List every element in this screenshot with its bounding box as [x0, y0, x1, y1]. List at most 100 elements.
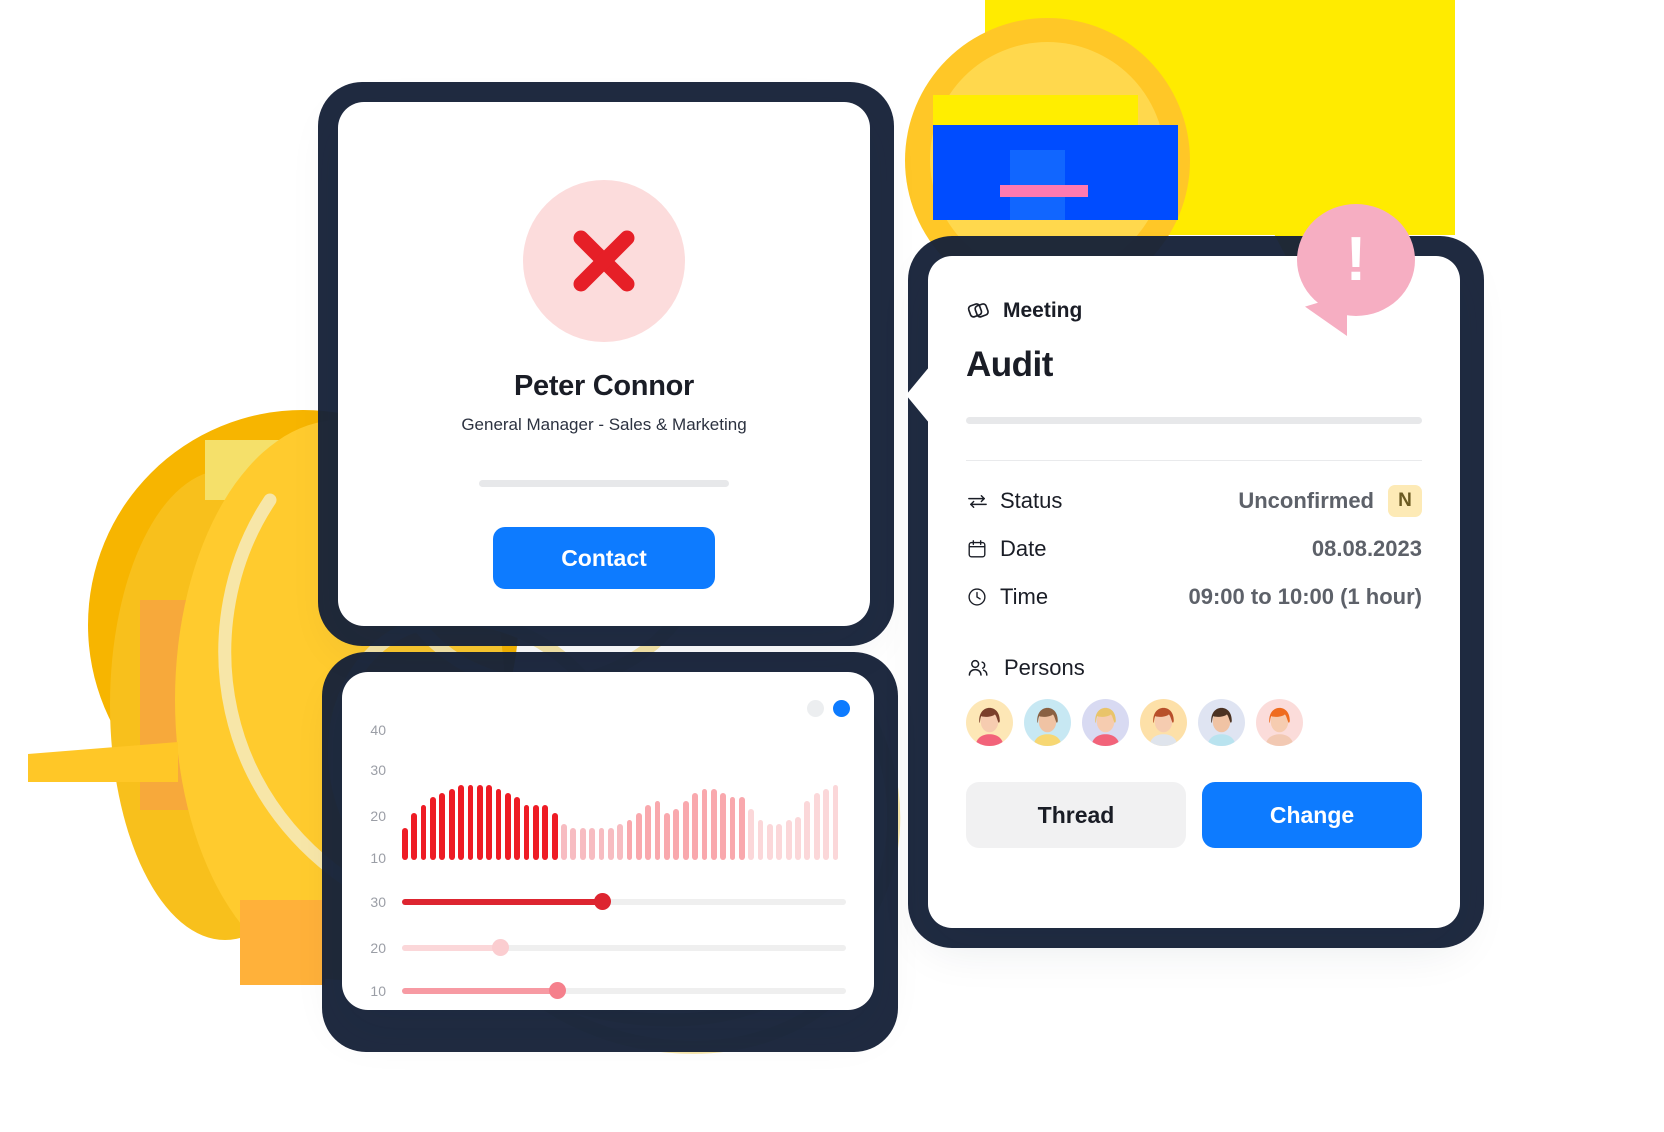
gold-circle-left-back: [110, 470, 340, 940]
bar: [551, 812, 558, 860]
bar: [607, 828, 614, 860]
handshake-icon: [967, 303, 989, 318]
field-value-time: 09:00 to 10:00 (1 hour): [1188, 584, 1422, 609]
bar: [439, 792, 446, 860]
field-label-date: Date: [1000, 536, 1047, 561]
slider-label-0: 30: [370, 894, 386, 910]
meeting-actions: Thread Change: [928, 782, 1460, 848]
meeting-title: Audit: [966, 345, 1053, 384]
bar: [589, 828, 595, 860]
avatar-1[interactable]: [966, 699, 1013, 746]
bar: [720, 792, 726, 860]
toggle-dot-active[interactable]: [833, 700, 850, 717]
field-label-time: Time: [1000, 584, 1049, 609]
bar: [701, 788, 708, 860]
person-card: Peter Connor General Manager - Sales & M…: [338, 102, 870, 626]
slider-1[interactable]: [402, 939, 846, 956]
slider-label-2: 10: [370, 983, 386, 999]
persons-label: Persons: [1004, 655, 1085, 680]
contact-button[interactable]: Contact: [493, 527, 715, 589]
field-row-status: Status Unconfirmed N: [966, 477, 1422, 525]
bar: [570, 828, 577, 860]
slider-thumb[interactable]: [549, 982, 567, 999]
yellow-shape-top: [985, 0, 1455, 235]
bar: [654, 800, 661, 860]
person-divider: [479, 480, 729, 487]
alert-badge-label: !: [1345, 225, 1367, 294]
orange-square-small: [240, 900, 325, 985]
field-label-status: Status: [1000, 488, 1063, 513]
toggle-dot-inactive[interactable]: [807, 700, 824, 717]
bar: [411, 812, 418, 860]
bar: [795, 816, 801, 860]
bar: [664, 812, 670, 860]
green-bar: [236, 545, 266, 630]
slider-thumb[interactable]: [593, 893, 611, 910]
slider-fill: [402, 945, 500, 951]
slider-fill: [402, 988, 558, 994]
bar: [514, 796, 521, 860]
bar: [448, 788, 455, 860]
slider-fill: [402, 899, 602, 905]
avatar-5[interactable]: [1198, 699, 1245, 746]
bar: [533, 804, 539, 860]
chart-ytick-30: 30: [370, 762, 386, 778]
gold-circle-top-inner: [930, 42, 1165, 277]
bar: [813, 792, 820, 860]
persons-header: Persons: [966, 655, 1422, 681]
bar: [804, 800, 811, 860]
slider-0[interactable]: [402, 893, 846, 910]
status-badge: N: [1388, 485, 1422, 517]
avatar-6[interactable]: [1256, 699, 1303, 746]
bar: [523, 804, 530, 860]
bar: [673, 808, 680, 860]
status-icon-circle: [523, 180, 685, 342]
people-icon: [966, 656, 990, 680]
bar: [542, 804, 549, 860]
pink-strip: [1000, 185, 1088, 197]
avatar-2[interactable]: [1024, 699, 1071, 746]
bar: [635, 812, 642, 860]
arrows-exchange-icon: [966, 490, 1000, 513]
field-value-date: 08.08.2023: [1311, 536, 1422, 561]
meeting-kicker-label: Meeting: [1003, 298, 1083, 322]
field-value-status: Unconfirmed: [1238, 488, 1374, 513]
thread-button[interactable]: Thread: [966, 782, 1186, 848]
bar: [495, 788, 502, 860]
bar: [710, 788, 717, 860]
callout-beak: [906, 366, 930, 424]
alert-badge: !: [1297, 204, 1415, 336]
bar: [458, 784, 464, 860]
bar-chart: [402, 768, 842, 860]
bar: [832, 784, 839, 860]
bar: [757, 820, 764, 860]
chart-ytick-20: 20: [370, 808, 386, 824]
bar: [617, 824, 624, 860]
slider-thumb[interactable]: [491, 939, 509, 956]
gold-bar-left: [28, 742, 178, 782]
bar: [645, 804, 652, 860]
slider-2[interactable]: [402, 982, 846, 999]
chart-ytick-40: 40: [370, 722, 386, 738]
red-x-icon: [573, 230, 635, 292]
avatar-4[interactable]: [1140, 699, 1187, 746]
clock-icon: [966, 586, 1000, 608]
bar: [476, 784, 483, 860]
avatar-3[interactable]: [1082, 699, 1129, 746]
persons-avatars: [966, 699, 1422, 746]
blue-block-small: [1010, 150, 1065, 220]
bar: [738, 796, 745, 860]
bar: [430, 796, 436, 860]
field-row-time: Time 09:00 to 10:00 (1 hour): [966, 573, 1422, 621]
bar: [748, 808, 755, 860]
slider-label-1: 20: [370, 940, 386, 956]
bar: [729, 796, 736, 860]
bar: [692, 792, 698, 860]
change-button[interactable]: Change: [1202, 782, 1422, 848]
bar: [598, 828, 605, 860]
blue-block: [933, 125, 1178, 220]
bar: [467, 784, 474, 860]
meeting-fields: Status Unconfirmed N Date 08.08.2023 Tim…: [928, 461, 1460, 746]
chart-toggle[interactable]: [807, 700, 850, 717]
yellow-strip: [933, 95, 1138, 125]
